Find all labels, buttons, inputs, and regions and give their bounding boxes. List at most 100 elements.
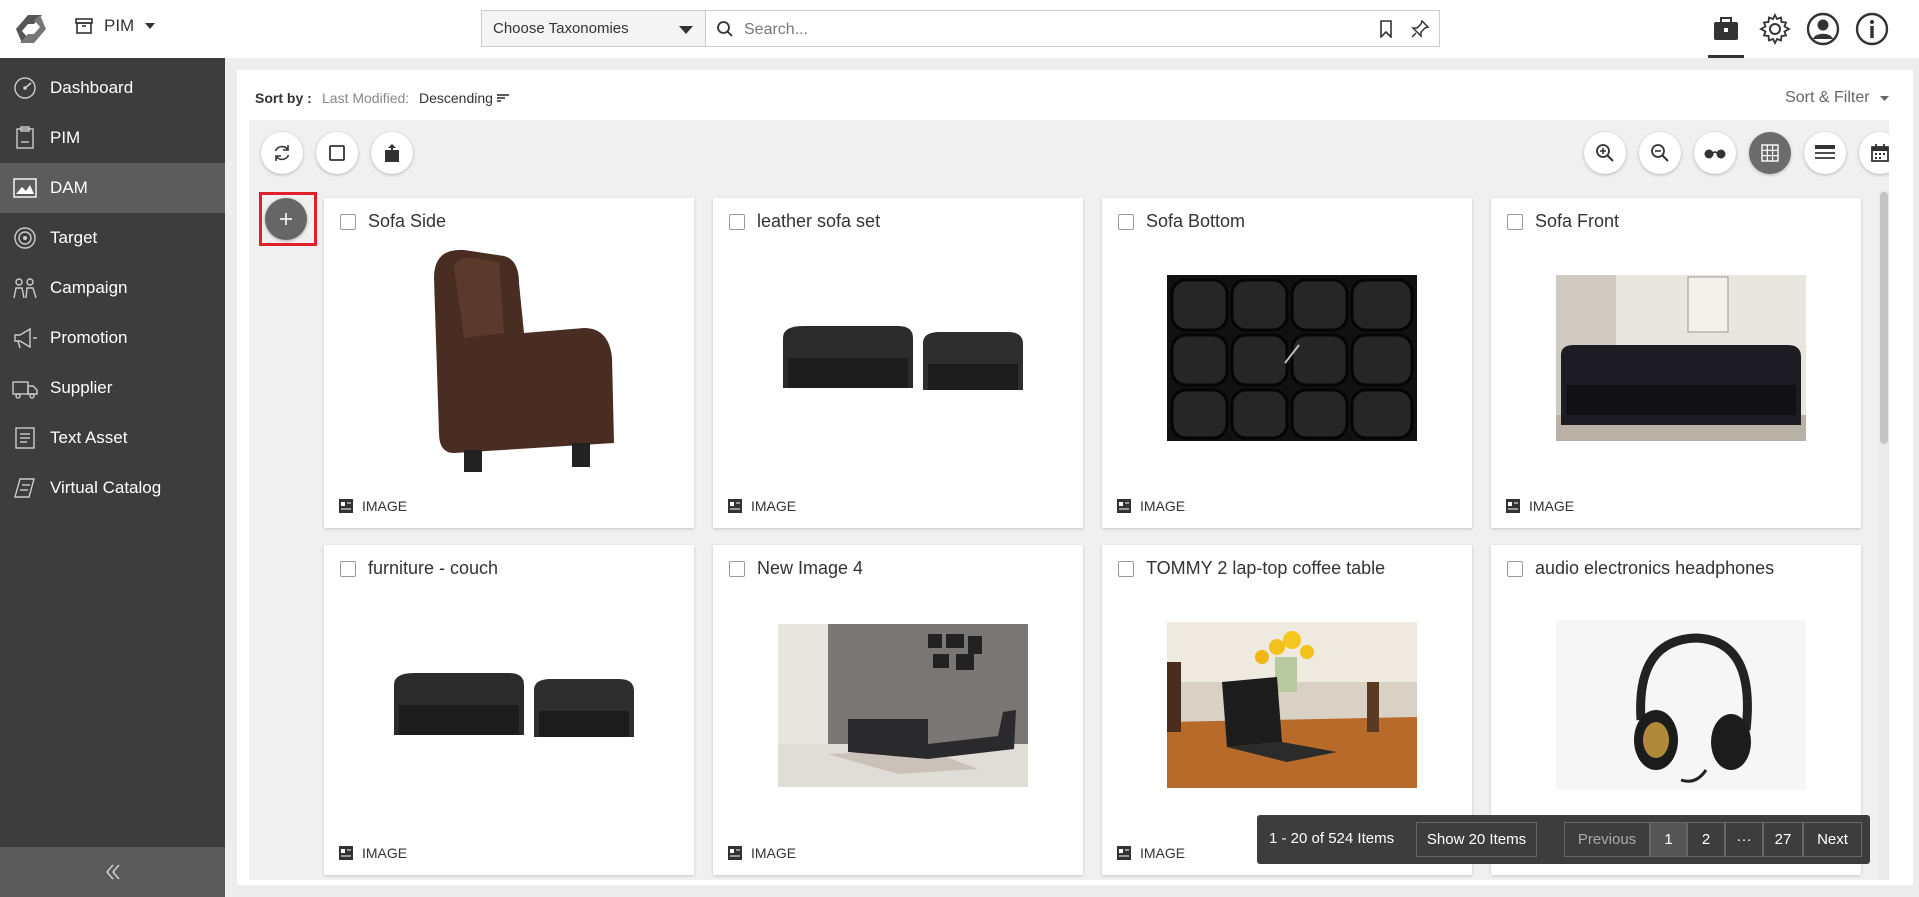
top-bar: PIM Choose Taxonomies [0,0,1919,59]
asset-card[interactable]: furniture - couch IMAGE [324,545,694,875]
card-checkbox[interactable] [1118,214,1134,230]
sidebar-item-label: Target [50,228,98,247]
image-type-icon [1117,499,1131,513]
sidebar-item-supplier[interactable]: Supplier [0,363,225,413]
refresh-icon [274,145,290,161]
sidebar-item-text-asset[interactable]: Text Asset [0,413,225,463]
supplier-icon [12,381,38,399]
sidebar-item-dashboard[interactable]: Dashboard [0,63,225,113]
sidebar-item-dam[interactable]: DAM [0,163,225,213]
card-checkbox[interactable] [1118,561,1134,577]
previous-page-button[interactable]: Previous [1564,822,1650,857]
calendar-view-button[interactable] [1859,132,1889,174]
card-checkbox[interactable] [340,561,356,577]
card-type: IMAGE [1505,498,1574,514]
card-title: Sofa Bottom [1146,211,1246,231]
collapse-sidebar-button[interactable] [0,847,225,897]
item-count: 1 - 20 of 524 Items [1269,830,1395,847]
asset-thumbnail[interactable] [778,238,1028,478]
card-type-label: IMAGE [362,498,408,514]
add-asset-button[interactable] [265,198,307,240]
sort-direction[interactable]: Descending [419,90,509,106]
search-box [705,10,1440,47]
card-type: IMAGE [1116,845,1185,861]
asset-thumbnail[interactable] [1167,585,1417,825]
asset-thumbnail[interactable] [389,238,639,478]
asset-thumbnail[interactable] [1556,585,1806,825]
card-checkbox[interactable] [340,214,356,230]
card-checkbox[interactable] [1507,561,1523,577]
sidebar-item-target[interactable]: Target [0,213,225,263]
app-switcher[interactable]: PIM [74,16,156,36]
caret-down-icon [145,23,156,29]
asset-grid-area: Sofa Side IMAGE leather sofa set IMAGE S… [249,120,1889,880]
page-ellipsis-button[interactable]: ··· [1725,822,1763,857]
scrollbar-thumb[interactable] [1880,192,1888,444]
page-1-button[interactable]: 1 [1650,822,1687,857]
page-27-button[interactable]: 27 [1763,822,1803,857]
sort-filter-toggle[interactable]: Sort & Filter [1785,89,1889,107]
grid-view-icon [1761,144,1779,162]
asset-thumbnail[interactable] [778,585,1028,825]
target-icon [14,227,36,249]
zoom-out-button[interactable] [1639,132,1681,174]
preview-button[interactable] [1694,132,1736,174]
card-checkbox[interactable] [729,561,745,577]
card-title: Sofa Side [368,211,447,231]
asset-card[interactable]: Sofa Side IMAGE [324,198,694,528]
virtual-catalog-icon [14,478,35,498]
grid-view-button[interactable] [1749,132,1791,174]
card-type-label: IMAGE [1140,498,1186,514]
app-logo-icon[interactable] [8,10,54,48]
text-asset-icon [15,427,35,449]
pagination-bar: 1 - 20 of 524 Items Show 20 Items Previo… [1257,815,1870,864]
export-bag-icon [385,144,399,162]
list-view-button[interactable] [1804,132,1846,174]
promotion-icon [14,327,37,349]
card-checkbox[interactable] [1507,214,1523,230]
next-page-button[interactable]: Next [1803,822,1862,857]
card-checkbox[interactable] [729,214,745,230]
asset-card[interactable]: New Image 4 IMAGE [713,545,1083,875]
double-chevron-left-icon [105,864,120,880]
info-icon[interactable] [1854,11,1890,47]
asset-thumbnail[interactable] [1167,238,1417,478]
page-size-button[interactable]: Show 20 Items [1416,822,1537,857]
export-button[interactable] [371,132,413,174]
image-type-icon [728,846,742,860]
dashboard-icon [14,77,36,99]
sort-field[interactable]: Last Modified: [322,90,409,106]
checkbox-icon [329,145,345,161]
zoom-in-button[interactable] [1584,132,1626,174]
refresh-button[interactable] [261,132,303,174]
sidebar-item-campaign[interactable]: Campaign [0,263,225,313]
glasses-icon [1704,149,1726,159]
taxonomy-select[interactable]: Choose Taxonomies [481,10,705,47]
asset-card[interactable]: Sofa Bottom IMAGE [1102,198,1472,528]
bookmark-icon[interactable] [1378,20,1394,38]
page-2-button[interactable]: 2 [1687,822,1725,857]
asset-card[interactable]: Sofa Front IMAGE [1491,198,1861,528]
settings-gear-icon[interactable] [1757,11,1793,47]
card-title: New Image 4 [757,558,864,578]
campaign-icon [13,278,37,299]
image-type-icon [339,499,353,513]
asset-card[interactable]: leather sofa set IMAGE [713,198,1083,528]
sidebar-item-label: Virtual Catalog [50,478,162,497]
sidebar-item-promotion[interactable]: Promotion [0,313,225,363]
sidebar-item-pim[interactable]: PIM [0,113,225,163]
grid-scrollbar[interactable] [1879,190,1889,880]
pin-icon[interactable] [1410,19,1430,39]
caret-down-icon [1880,96,1889,101]
asset-thumbnail[interactable] [389,585,639,825]
search-input[interactable] [742,17,1346,43]
sidebar-item-virtual-catalog[interactable]: Virtual Catalog [0,463,225,513]
asset-thumbnail[interactable] [1556,238,1806,478]
taxonomy-select-label: Choose Taxonomies [493,20,629,37]
sort-label: Sort by : [255,90,312,106]
card-type: IMAGE [338,498,407,514]
work-items-icon[interactable] [1708,11,1744,58]
zoom-in-icon [1596,144,1614,162]
select-all-button[interactable] [316,132,358,174]
user-account-icon[interactable] [1805,11,1841,47]
